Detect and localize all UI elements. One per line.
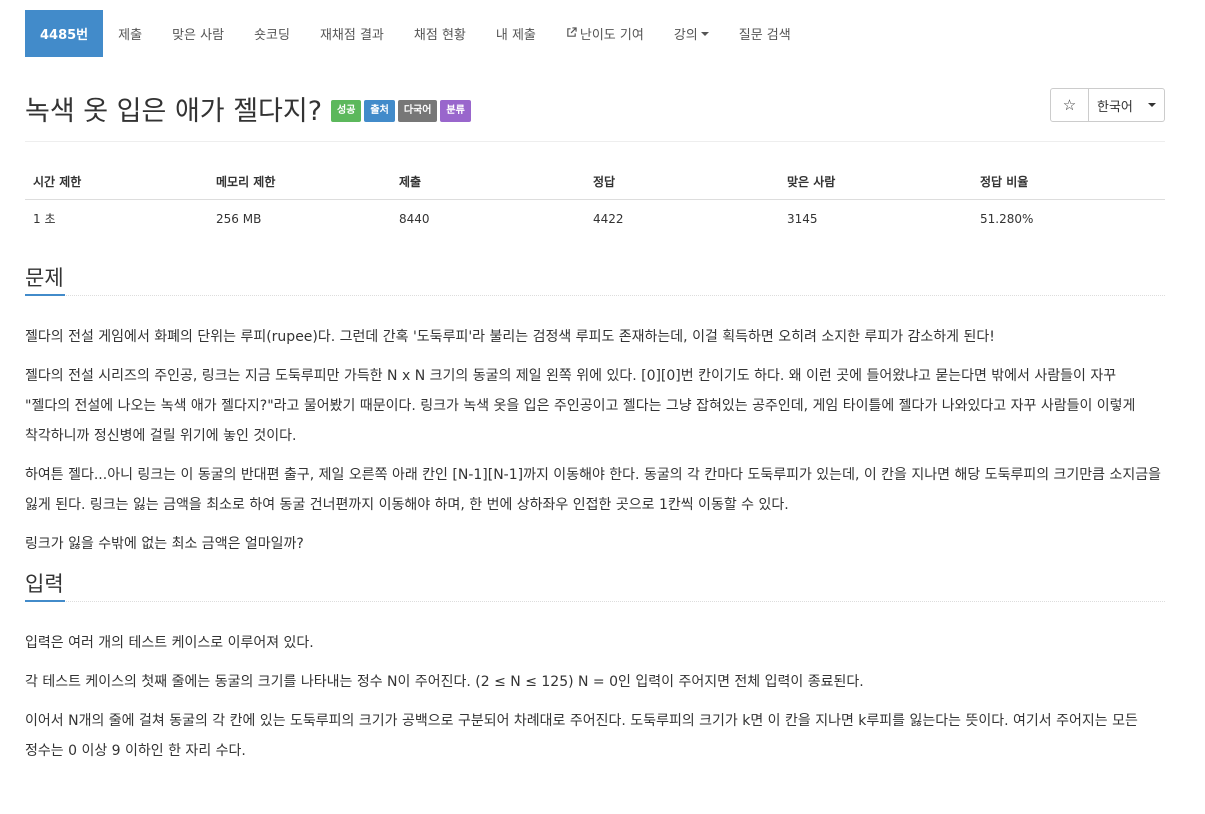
- header-accepted-users: 맞은 사람: [779, 167, 972, 200]
- problem-title: 녹색 옷 입은 애가 젤다지?: [25, 96, 323, 127]
- problem-actions: ☆ 한국어: [1050, 88, 1165, 122]
- header-submissions: 제출: [391, 167, 585, 200]
- description-section-header: 문제: [25, 262, 1165, 296]
- caret-down-icon: [1148, 103, 1156, 107]
- label-tag[interactable]: 분류: [440, 100, 471, 122]
- star-button[interactable]: ☆: [1050, 88, 1089, 122]
- caret-down-icon: [700, 31, 709, 36]
- header-time-limit: 시간 제한: [25, 167, 208, 200]
- description-paragraph: 하여튼 젤다...아니 링크는 이 동굴의 반대편 출구, 제일 오른쪽 아래 …: [25, 467, 1162, 513]
- input-paragraph: 각 테스트 케이스의 첫째 줄에는 동굴의 크기를 나타내는 정수 N이 주어진…: [25, 674, 864, 690]
- description-paragraph: 젤다의 전설 시리즈의 주인공, 링크는 지금 도둑루피만 가득한 N x N …: [25, 368, 1136, 444]
- cell-accept-ratio: 51.280%: [980, 211, 1034, 226]
- header-accept-ratio: 정답 비율: [972, 167, 1165, 200]
- input-paragraph: 입력은 여러 개의 테스트 케이스로 이루어져 있다.: [25, 635, 314, 651]
- problem-labels: 성공 출처 다국어 분류: [331, 100, 471, 122]
- label-source[interactable]: 출처: [364, 100, 395, 122]
- description-paragraph: 링크가 잃을 수밖에 없는 최소 금액은 얼마일까?: [25, 536, 304, 552]
- label-multilang: 다국어: [397, 100, 438, 122]
- description-title: 문제: [25, 266, 64, 290]
- description-body: 젤다의 전설 게임에서 화폐의 단위는 루피(rupee)다. 그런데 간혹 '…: [25, 322, 1165, 559]
- description-paragraph: 젤다의 전설 게임에서 화폐의 단위는 루피(rupee)다. 그런데 간혹 '…: [25, 329, 995, 345]
- page-container: 4485번 제출 맞은 사람 숏코딩 재채점 결과 채점 현황 내 제출 난이도…: [25, 0, 1165, 775]
- input-section-header: 입력: [25, 568, 1165, 602]
- cell-accepted-users: 3145: [787, 211, 818, 226]
- nav-short-coding[interactable]: 숏코딩: [239, 10, 305, 57]
- language-label: 한국어: [1097, 99, 1133, 115]
- star-icon: ☆: [1062, 96, 1077, 114]
- cell-memory-limit: 256 MB: [216, 211, 262, 226]
- table-header-row: 시간 제한 메모리 제한 제출 정답 맞은 사람 정답 비율: [25, 167, 1165, 200]
- problem-header: 녹색 옷 입은 애가 젤다지? 성공 출처 다국어 분류 ☆ 한국어: [25, 88, 1165, 142]
- cell-time-limit: 1 초: [33, 212, 56, 226]
- nav-rejudge-results[interactable]: 재채점 결과: [305, 10, 399, 57]
- cell-accepted: 4422: [593, 211, 624, 226]
- header-accepted: 정답: [585, 167, 779, 200]
- nav-my-submissions[interactable]: 내 제출: [481, 10, 551, 57]
- input-title: 입력: [25, 572, 64, 596]
- nav-question-search[interactable]: 질문 검색: [724, 10, 806, 57]
- nav-difficulty-contribution[interactable]: 난이도 기여: [551, 10, 659, 57]
- input-paragraph: 이어서 N개의 줄에 걸쳐 동굴의 각 칸에 있는 도둑루피의 크기가 공백으로…: [25, 713, 1138, 759]
- header-memory-limit: 메모리 제한: [208, 167, 391, 200]
- table-row: 1 초 256 MB 8440 4422 3145 51.280%: [25, 200, 1165, 238]
- nav-submit[interactable]: 제출: [103, 10, 157, 57]
- section-underline: [25, 600, 65, 602]
- problem-info-table: 시간 제한 메모리 제한 제출 정답 맞은 사람 정답 비율 1 초 256 M…: [25, 167, 1165, 237]
- nav-lectures-dropdown[interactable]: 강의: [659, 10, 724, 57]
- label-success: 성공: [331, 100, 362, 122]
- nav-judge-status[interactable]: 채점 현황: [399, 10, 481, 57]
- external-link-icon: [566, 26, 577, 41]
- problem-nav: 4485번 제출 맞은 사람 숏코딩 재채점 결과 채점 현황 내 제출 난이도…: [25, 10, 1165, 57]
- language-select-button[interactable]: 한국어: [1089, 88, 1165, 122]
- input-body: 입력은 여러 개의 테스트 케이스로 이루어져 있다. 각 테스트 케이스의 첫…: [25, 628, 1165, 766]
- nav-problem-number[interactable]: 4485번: [25, 10, 104, 57]
- section-underline: [25, 294, 65, 296]
- cell-submissions: 8440: [399, 211, 430, 226]
- nav-accepted-users[interactable]: 맞은 사람: [157, 10, 239, 57]
